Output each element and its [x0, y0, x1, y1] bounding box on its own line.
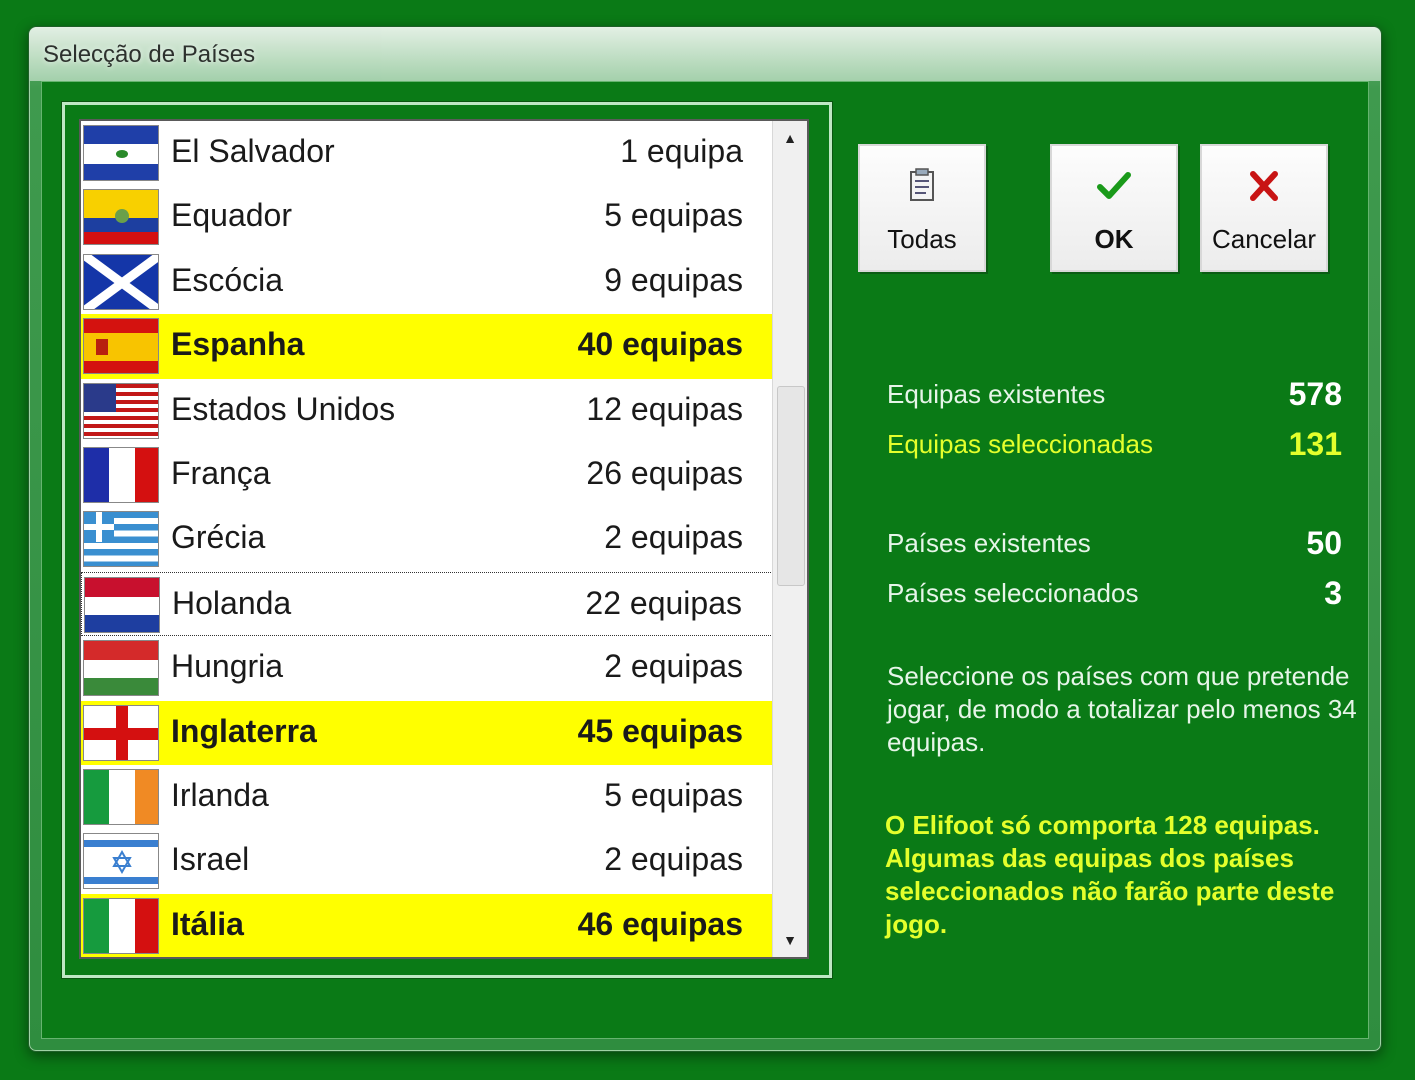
country-name: França [171, 455, 271, 491]
team-count: 5 equipas [604, 777, 743, 813]
todas-label: Todas [887, 224, 957, 254]
country-list[interactable]: Itália 46 equipas Israel 2 equipas Irlanda 5 … [79, 119, 809, 959]
cancelar-label: Cancelar [1211, 224, 1317, 254]
country-row[interactable]: Irlanda 5 equipas [81, 765, 773, 829]
flag-netherlands-icon [84, 576, 160, 633]
flag-ireland-icon [83, 769, 159, 825]
clipboard-icon [860, 166, 984, 206]
equipas-seleccionadas-label: Equipas seleccionadas [887, 429, 1153, 459]
country-name: Inglaterra [171, 712, 317, 749]
flag-el-salvador-icon [83, 125, 159, 181]
warning-text: O Elifoot só comporta 128 equipas. Algum… [885, 810, 1335, 939]
instructions-text: Seleccione os países com que pretende jo… [887, 661, 1357, 757]
ok-button[interactable]: OK [1050, 144, 1178, 272]
country-row[interactable]: El Salvador 1 equipa [81, 121, 773, 185]
flag-france-icon [83, 447, 159, 503]
equipas-existentes-value: 578 [1288, 376, 1342, 412]
paises-existentes-label: Países existentes [887, 528, 1091, 558]
x-icon [1202, 166, 1326, 206]
team-count: 5 equipas [604, 197, 743, 234]
country-row[interactable]: Espanha 40 equipas [81, 314, 773, 379]
team-count: 45 equipas [577, 712, 743, 749]
flag-italy-icon [83, 897, 159, 954]
country-row[interactable]: Grécia 2 equipas [81, 507, 773, 571]
country-row[interactable]: Inglaterra 45 equipas [81, 700, 773, 765]
country-row[interactable]: Hungria 2 equipas [81, 636, 773, 700]
team-count: 2 equipas [604, 841, 743, 878]
team-count: 12 equipas [586, 390, 743, 427]
team-count: 26 equipas [586, 455, 743, 491]
team-count: 9 equipas [604, 261, 743, 298]
flag-spain-icon [83, 318, 159, 375]
flag-israel-icon [83, 833, 159, 890]
country-name: Grécia [171, 519, 266, 556]
country-row[interactable]: Holanda 22 equipas [81, 571, 773, 637]
flag-ecuador-icon [83, 189, 159, 246]
scroll-down-arrow-icon[interactable]: ▼ [773, 923, 807, 957]
team-count: 22 equipas [585, 584, 742, 621]
country-row[interactable]: Estados Unidos 12 equipas [81, 379, 773, 443]
flag-usa-icon [83, 382, 159, 439]
country-name: Itália [171, 905, 244, 942]
team-count: 40 equipas [577, 326, 743, 363]
country-list-frame: Itália 46 equipas Israel 2 equipas Irlanda 5 … [61, 101, 833, 979]
country-name: Irlanda [171, 777, 269, 813]
paises-seleccionados-value: 3 [1324, 575, 1342, 611]
equipas-existentes-label: Equipas existentes [887, 379, 1106, 409]
flag-england-icon [83, 704, 159, 761]
country-name: Hungria [171, 648, 284, 685]
country-name: Holanda [172, 584, 292, 621]
flag-greece-icon [83, 511, 159, 568]
flag-scotland-icon [83, 253, 159, 310]
country-row[interactable]: Escócia 9 equipas [81, 250, 773, 314]
country-name: Escócia [171, 261, 284, 298]
country-row[interactable]: Israel 2 equipas [81, 829, 773, 893]
dialog-body: Itália 46 equipas Israel 2 equipas Irlanda 5 … [41, 81, 1369, 1039]
cancelar-button[interactable]: Cancelar [1200, 144, 1328, 272]
team-count: 46 equipas [577, 905, 743, 942]
team-count: 2 equipas [604, 519, 743, 556]
scroll-thumb[interactable] [777, 386, 805, 586]
country-row[interactable]: Itália 46 equipas [81, 893, 773, 957]
checkmark-icon [1052, 166, 1176, 206]
country-name: Equador [171, 197, 292, 234]
country-name: El Salvador [171, 133, 335, 169]
todas-button[interactable]: Todas [858, 144, 986, 272]
paises-seleccionados-label: Países seleccionados [887, 578, 1139, 608]
country-name: Espanha [171, 326, 305, 363]
team-count: 2 equipas [604, 648, 743, 685]
paises-existentes-value: 50 [1306, 525, 1342, 561]
country-name: Israel [171, 841, 250, 878]
flag-hungary-icon [83, 640, 159, 697]
country-row[interactable]: Equador 5 equipas [81, 185, 773, 249]
window-title: Selecção de Países [43, 41, 256, 68]
country-row[interactable]: França 26 equipas [81, 443, 773, 507]
scroll-up-arrow-icon[interactable]: ▲ [773, 121, 807, 155]
equipas-seleccionadas-value: 131 [1288, 426, 1342, 462]
title-bar[interactable]: Selecção de Países [29, 27, 1381, 81]
dialog-window: Selecção de Países Itália 46 equipas Israe… [28, 26, 1382, 1052]
country-name: Estados Unidos [171, 390, 396, 427]
vertical-scrollbar[interactable]: ▲ ▼ [772, 121, 807, 957]
team-count: 1 equipa [620, 133, 743, 169]
ok-label: OK [1094, 224, 1134, 254]
